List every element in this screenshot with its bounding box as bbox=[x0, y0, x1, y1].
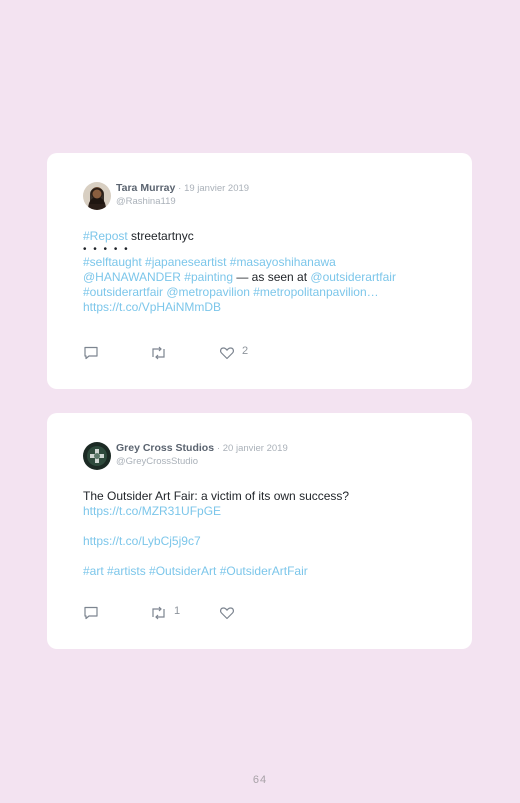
tweet-body: The Outsider Art Fair: a victim of its o… bbox=[83, 489, 452, 579]
retweet-icon[interactable] bbox=[150, 605, 167, 621]
author-name[interactable]: Grey Cross Studios bbox=[116, 442, 214, 454]
author-handle[interactable]: @GreyCrossStudio bbox=[116, 455, 288, 468]
avatar[interactable] bbox=[83, 182, 111, 210]
tweet-date[interactable]: 20 janvier 2019 bbox=[223, 443, 288, 454]
hashtag-links[interactable]: #outsiderartfair @metropavilion #metropo… bbox=[83, 285, 452, 300]
tweet-card: Tara Murray · 19 janvier 2019 @Rashina11… bbox=[47, 153, 472, 389]
hashtag-links[interactable]: #selftaught #japaneseartist #masayoshiha… bbox=[83, 255, 452, 270]
heart-icon[interactable] bbox=[219, 345, 235, 361]
tweet-actions: 2 bbox=[83, 345, 283, 361]
reply-icon[interactable] bbox=[83, 345, 99, 361]
tweet-actions: 1 bbox=[83, 605, 283, 621]
separator: · bbox=[178, 183, 182, 194]
tweet-header: Tara Murray · 19 janvier 2019 @Rashina11… bbox=[116, 182, 249, 208]
page-number: 64 bbox=[252, 774, 268, 786]
url-link[interactable]: https://t.co/MZR31UFpGE bbox=[83, 504, 452, 519]
author-handle[interactable]: @Rashina119 bbox=[116, 195, 249, 208]
tweet-text: streetartnyc bbox=[127, 229, 194, 243]
mention-link[interactable]: @outsiderartfair bbox=[310, 270, 396, 284]
tweet-text: The Outsider Art Fair: a victim of its o… bbox=[83, 489, 350, 503]
retweet-count: 1 bbox=[174, 605, 181, 617]
tweet-header: Grey Cross Studios · 20 janvier 2019 @Gr… bbox=[116, 442, 288, 468]
tweet-date[interactable]: 19 janvier 2019 bbox=[184, 183, 249, 194]
tweet-text: • • • • • bbox=[83, 244, 130, 255]
avatar[interactable] bbox=[83, 442, 111, 470]
hashtag-link[interactable]: #Repost bbox=[83, 229, 128, 243]
retweet-icon[interactable] bbox=[150, 345, 167, 361]
tweet-text: — as seen at bbox=[233, 270, 311, 284]
like-count: 2 bbox=[242, 345, 249, 357]
url-link[interactable]: https://t.co/VpHAiNMmDB bbox=[83, 300, 452, 315]
tweet-card: Grey Cross Studios · 20 janvier 2019 @Gr… bbox=[47, 413, 472, 649]
url-link[interactable]: https://t.co/LybCj5j9c7 bbox=[83, 534, 452, 549]
heart-icon[interactable] bbox=[219, 605, 235, 621]
hashtag-links[interactable]: #art #artists #OutsiderArt #OutsiderArtF… bbox=[83, 564, 452, 579]
author-name[interactable]: Tara Murray bbox=[116, 182, 175, 194]
tweet-body: #Repost streetartnyc • • • • • #selftaug… bbox=[83, 229, 452, 315]
mention-links[interactable]: @HANAWANDER #painting bbox=[83, 270, 233, 284]
separator: · bbox=[216, 443, 220, 454]
reply-icon[interactable] bbox=[83, 605, 99, 621]
